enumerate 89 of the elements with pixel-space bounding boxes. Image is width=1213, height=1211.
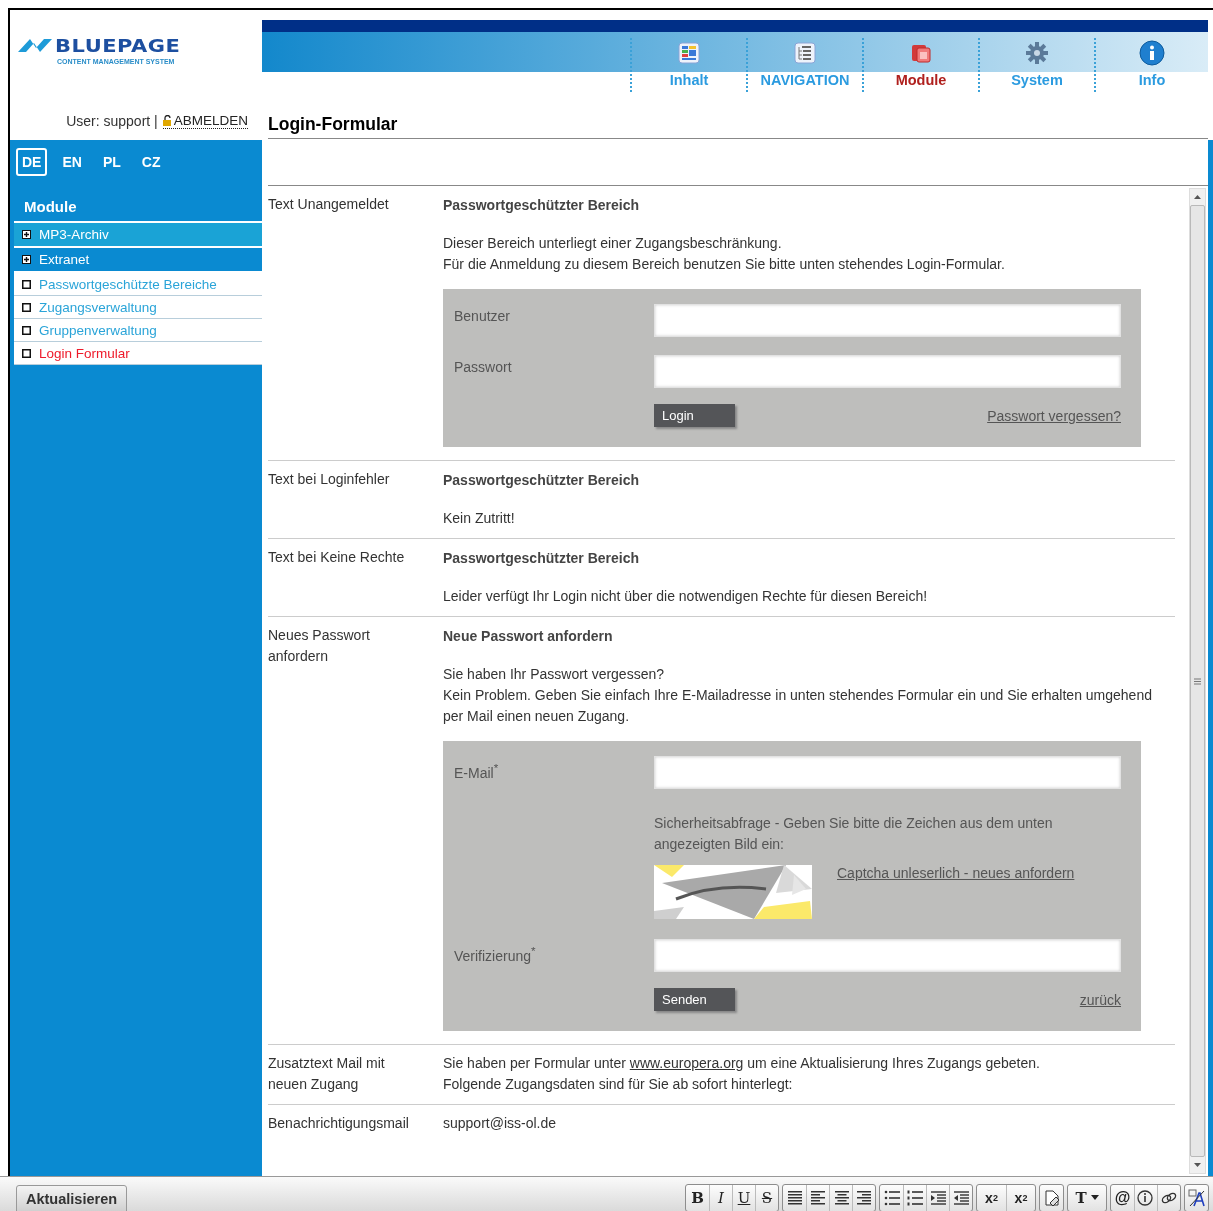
captcha-refresh-link[interactable]: Captcha unleserlich - neues anfordern (837, 865, 1075, 881)
input-field[interactable] (654, 756, 1121, 789)
layout-icon (678, 42, 700, 64)
language-tab[interactable]: DE (16, 148, 48, 176)
row-label: Neues Passwort anfordern (268, 626, 371, 666)
center-button[interactable] (829, 1184, 852, 1211)
gear-icon (1025, 41, 1049, 65)
align-right-icon (855, 1188, 873, 1207)
indent-icon (929, 1188, 947, 1207)
text-line: Kein Zutritt! (443, 509, 516, 528)
text-line: Dieser Bereich unterliegt einer Zugangsbeschränkung. (443, 234, 783, 253)
align-justify-icon (785, 1188, 804, 1207)
sidebar-item[interactable]: MP3-Archiv (14, 223, 262, 248)
row-label: Zusatztext Mail mit neuen Zugang (268, 1054, 386, 1094)
padlock-icon (162, 115, 172, 126)
input-field[interactable] (654, 355, 1121, 388)
nav-tab[interactable]: Info (1094, 38, 1208, 92)
login-button[interactable]: Login (654, 404, 735, 427)
refresh-button[interactable]: Aktualisieren (16, 1185, 128, 1211)
bold-button[interactable]: B (686, 1184, 709, 1211)
textcolor-button[interactable]: T (1068, 1184, 1106, 1211)
dropdown-caret-icon[interactable] (1090, 1195, 1099, 1200)
nav-tab[interactable]: System (978, 38, 1094, 92)
wave-logo-icon (18, 38, 52, 52)
outdent-icon (952, 1188, 970, 1207)
bullet-list-icon (882, 1188, 901, 1207)
text-line: Für die Anmeldung zu diesem Bereich benutzen Sie bitte unten stehendes Login-Formular. (443, 255, 1006, 274)
info-icon (1137, 1188, 1155, 1207)
field-label: E-Mail$^{*}$ (454, 760, 500, 783)
text-line: support@iss-ol.de (443, 1114, 558, 1133)
strike-button[interactable]: S (755, 1184, 778, 1211)
section-heading: Passwortgeschützter Bereich (443, 549, 641, 568)
font-style-icon (1187, 1188, 1206, 1207)
nav-tab[interactable]: NAVIGATION (746, 38, 862, 92)
text-line: Folgende Zugangsdaten sind für Sie ab sofort hinterlegt: (443, 1075, 794, 1094)
sidebar-item[interactable]: Gruppenverwaltung (14, 319, 262, 342)
field-label: Verifizierung$^{*}$ (454, 943, 537, 966)
row-label: Benachrichtigungsmail (268, 1114, 410, 1133)
logo-wordmark: BLUEPAGE (55, 38, 181, 54)
logout-link[interactable]: ABMELDEN (162, 113, 248, 129)
indent-button[interactable] (926, 1184, 949, 1211)
website-link[interactable]: www.europera.org (629, 1055, 744, 1071)
nav-tab[interactable]: Module (862, 38, 978, 92)
language-tab[interactable]: CZ (135, 148, 167, 176)
forgot-password-link[interactable]: Passwort vergessen? (987, 407, 1121, 424)
text-line: Leider verfügt Ihr Login nicht über die notwendigen Rechte für diesen Bereich! (443, 587, 929, 606)
page-title: Login-Formular (268, 114, 398, 134)
expand-icon[interactable] (22, 230, 31, 239)
section-heading: Passwortgeschützter Bereich (443, 471, 641, 490)
text-line: Kein Problem. Geben Sie einfach Ihre E-Mailadresse in unten stehendes Formular ein und Sie erhalten umgehend per Mail einen neuen Zugang. (443, 686, 1153, 726)
send-button[interactable]: Senden (654, 988, 735, 1011)
italic-button[interactable]: I (709, 1184, 732, 1211)
sidebar-item[interactable]: Passwortgeschützte Bereiche (14, 273, 262, 296)
info-icon (1139, 40, 1165, 66)
expand-icon[interactable] (22, 255, 31, 264)
sup-button[interactable]: x$^{2}$ (977, 1184, 1006, 1211)
row-label: Text Unangemeldet (268, 195, 390, 214)
numbered-list-icon (906, 1188, 924, 1207)
sidebar-item[interactable]: Zugangsverwaltung (14, 296, 262, 319)
language-tab[interactable]: EN (56, 148, 88, 176)
section-heading: Passwortgeschützter Bereich (443, 196, 641, 215)
field-label: Passwort (454, 358, 513, 377)
checkbox-icon[interactable] (22, 279, 31, 289)
field-label: Benutzer (454, 307, 512, 326)
back-link[interactable]: zurück (1079, 991, 1121, 1008)
section-heading: Neue Passwort anfordern (443, 627, 614, 646)
input-field[interactable] (654, 939, 1121, 972)
underline-button[interactable]: U (732, 1184, 755, 1211)
captcha-hint: Sicherheitsabfrage - Geben Sie bitte die Zeichen aus dem unten angezeigten Bild ein: (654, 814, 1054, 854)
outdent-button[interactable] (949, 1184, 972, 1211)
eraser-icon (1042, 1188, 1061, 1207)
numbers-button[interactable] (903, 1184, 926, 1211)
language-tab[interactable]: PL (96, 148, 127, 176)
align-center-icon (832, 1188, 850, 1207)
nav-tab[interactable]: Inhalt (630, 38, 746, 92)
row-label: Text bei Loginfehler (268, 470, 391, 489)
row-label: Text bei Keine Rechte (268, 548, 406, 567)
checkbox-icon[interactable] (22, 325, 31, 335)
align-left-icon (809, 1188, 827, 1207)
checkbox-icon[interactable] (22, 348, 31, 358)
tree-list-icon (794, 42, 816, 64)
checkbox-icon[interactable] (22, 302, 31, 312)
at-button[interactable]: @ (1111, 1184, 1134, 1211)
stacked-boxes-icon (910, 42, 932, 64)
user-label: User: support | (66, 113, 158, 129)
text-line: Sie haben per Formular unter www.europera.org um eine Aktualisierung Ihres Zugangs gebeten. (443, 1054, 1041, 1073)
sidebar-item[interactable]: Login Formular (14, 342, 262, 365)
input-field[interactable] (654, 304, 1121, 337)
text-line: Sie haben Ihr Passwort vergessen? (443, 665, 665, 684)
